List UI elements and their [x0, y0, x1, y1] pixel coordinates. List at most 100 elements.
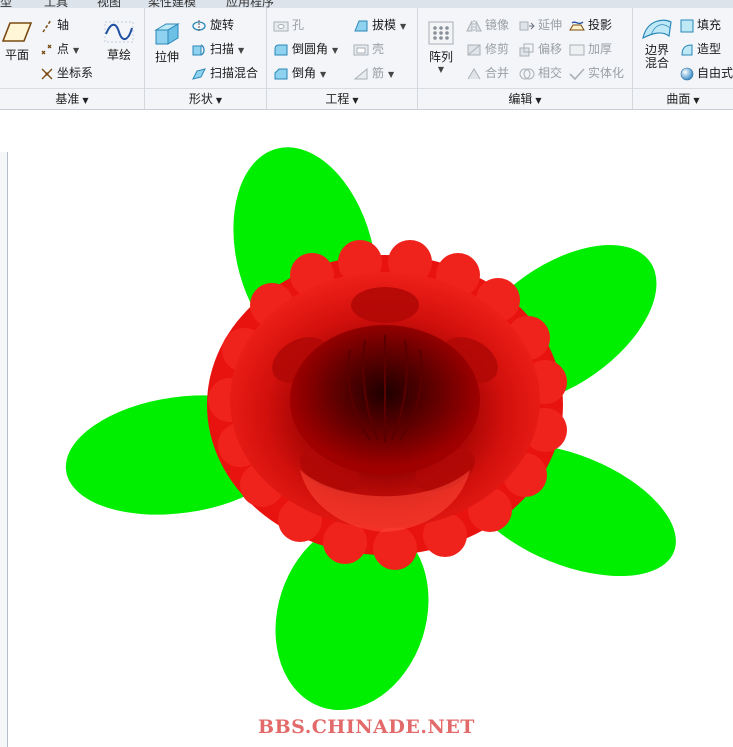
tab-tools[interactable]: 工具	[44, 0, 68, 8]
trim-label: 修剪	[485, 42, 510, 56]
ribbon: 平面 轴 点 ▼ 坐标系 草绘 基准 ▼ 拉伸 旋转 扫描 ▼ 扫描混合 形状 …	[0, 8, 733, 110]
fill-icon	[680, 19, 694, 32]
merge-label: 合并	[485, 66, 510, 80]
group-datum-label[interactable]: 基准 ▼	[0, 90, 144, 106]
sweep-icon	[192, 43, 205, 56]
chamfer-icon	[274, 68, 288, 79]
merge-button[interactable]: 合并	[466, 63, 509, 83]
plane-icon	[2, 22, 32, 42]
pattern-icon	[428, 21, 454, 45]
mirror-button[interactable]: 镜像	[466, 15, 509, 35]
rib-icon	[353, 67, 368, 79]
point-dropdown-icon[interactable]: ▼	[73, 46, 79, 55]
hole-button[interactable]: 孔	[273, 15, 304, 35]
rib-label: 筋	[372, 66, 385, 80]
boundary-blend-icon	[642, 19, 672, 40]
offset-icon	[519, 43, 534, 56]
fill-label: 填充	[697, 18, 722, 32]
group-shapes: 拉伸 旋转 扫描 ▼ 扫描混合 形状 ▼	[145, 8, 267, 109]
freestyle-button[interactable]: 自由式	[680, 63, 733, 83]
group-engineering: 孔 拔模 ▼ 倒圆角 ▼ 壳 倒角 ▼ 筋 ▼ 工程 ▼	[267, 8, 418, 109]
sketch-button[interactable]: 草绘	[102, 20, 136, 63]
draft-button[interactable]: 拔模 ▼	[353, 15, 406, 35]
group-engineering-dropdown-icon: ▼	[352, 96, 359, 105]
solidify-icon	[569, 67, 585, 80]
draft-icon	[354, 20, 368, 31]
group-datum-title: 基准	[55, 92, 80, 106]
offset-button[interactable]: 偏移	[519, 39, 562, 59]
tab-applications[interactable]: 应用程序	[226, 0, 274, 8]
group-editing: 阵列 ▼ 镜像 延伸 投影 修剪 偏移 加厚 合并 相交 实体化 编辑 ▼	[418, 8, 633, 109]
style-button[interactable]: 造型	[680, 39, 721, 59]
watermark-text: BBS.CHINADE.NET	[258, 716, 475, 738]
tab-model[interactable]: 模型	[0, 0, 12, 8]
draft-dropdown-icon[interactable]: ▼	[400, 22, 406, 31]
fill-button[interactable]: 填充	[680, 15, 721, 35]
intersect-icon	[519, 68, 535, 79]
group-engineering-title: 工程	[325, 92, 350, 106]
axis-icon	[42, 19, 52, 32]
mirror-icon	[466, 19, 482, 32]
axis-button[interactable]: 轴	[40, 15, 69, 35]
extend-icon	[519, 21, 535, 30]
chamfer-dropdown-icon[interactable]: ▼	[320, 70, 326, 79]
chamfer-label: 倒角	[292, 66, 317, 80]
project-icon	[569, 20, 585, 30]
round-icon	[274, 44, 288, 55]
style-icon	[681, 43, 693, 55]
swept-blend-label: 扫描混合	[210, 66, 259, 80]
group-editing-dropdown-icon: ▼	[535, 96, 542, 105]
solidify-button[interactable]: 实体化	[569, 63, 624, 83]
shell-label: 壳	[372, 42, 385, 56]
extend-button[interactable]: 延伸	[519, 15, 562, 35]
intersect-button[interactable]: 相交	[519, 63, 562, 83]
swept-blend-button[interactable]: 扫描混合	[191, 63, 258, 83]
boundary-blend-button[interactable]: 边界混合	[637, 16, 677, 70]
tab-flexible-modeling[interactable]: 柔性建模	[148, 0, 196, 8]
revolve-label: 旋转	[210, 18, 235, 32]
group-editing-label[interactable]: 编辑 ▼	[418, 90, 632, 106]
trim-button[interactable]: 修剪	[466, 39, 509, 59]
group-engineering-label[interactable]: 工程 ▼	[267, 90, 417, 106]
thicken-button[interactable]: 加厚	[569, 39, 612, 59]
point-icon	[41, 44, 52, 54]
shell-button[interactable]: 壳	[353, 39, 384, 59]
group-surfaces-label[interactable]: 曲面 ▼	[633, 90, 733, 106]
ribbon-tab-strip: 模型 工具 视图 柔性建模 应用程序	[0, 0, 733, 8]
merge-icon	[467, 67, 481, 79]
group-shapes-dropdown-icon: ▼	[215, 96, 223, 105]
tab-view[interactable]: 视图	[97, 0, 121, 8]
group-surfaces-dropdown-icon: ▼	[693, 96, 700, 105]
round-button[interactable]: 倒圆角 ▼	[273, 39, 338, 59]
chamfer-button[interactable]: 倒角 ▼	[273, 63, 326, 83]
group-editing-title: 编辑	[508, 92, 533, 106]
axis-label: 轴	[57, 18, 70, 32]
hole-label: 孔	[292, 18, 305, 32]
style-label: 造型	[697, 42, 722, 56]
sweep-dropdown-icon[interactable]: ▼	[238, 46, 244, 55]
point-button[interactable]: 点 ▼	[40, 39, 79, 59]
round-dropdown-icon[interactable]: ▼	[332, 46, 338, 55]
group-shapes-title: 形状	[188, 92, 213, 106]
pattern-button[interactable]: 阵列 ▼	[422, 20, 460, 74]
csys-button[interactable]: 坐标系	[40, 63, 93, 83]
revolve-button[interactable]: 旋转	[191, 15, 234, 35]
revolve-icon	[192, 19, 206, 32]
project-button[interactable]: 投影	[569, 15, 612, 35]
rib-dropdown-icon[interactable]: ▼	[388, 70, 394, 79]
csys-label: 坐标系	[57, 66, 94, 80]
boundary-blend-label: 边界混合	[644, 43, 669, 70]
sketch-icon	[104, 21, 134, 43]
group-datum: 平面 轴 点 ▼ 坐标系 草绘 基准 ▼	[0, 8, 145, 109]
project-label: 投影	[588, 18, 613, 32]
shell-icon	[353, 44, 369, 55]
extrude-button[interactable]: 拉伸	[149, 20, 185, 65]
flower-model[interactable]	[0, 110, 733, 716]
plane-button[interactable]: 平面	[2, 20, 32, 63]
group-shapes-label[interactable]: 形状 ▼	[145, 90, 266, 106]
sweep-button[interactable]: 扫描 ▼	[191, 39, 244, 59]
extend-label: 延伸	[538, 18, 563, 32]
rib-button[interactable]: 筋 ▼	[353, 63, 394, 83]
pattern-dropdown-icon[interactable]: ▼	[422, 65, 460, 74]
sweep-label: 扫描	[210, 42, 235, 56]
